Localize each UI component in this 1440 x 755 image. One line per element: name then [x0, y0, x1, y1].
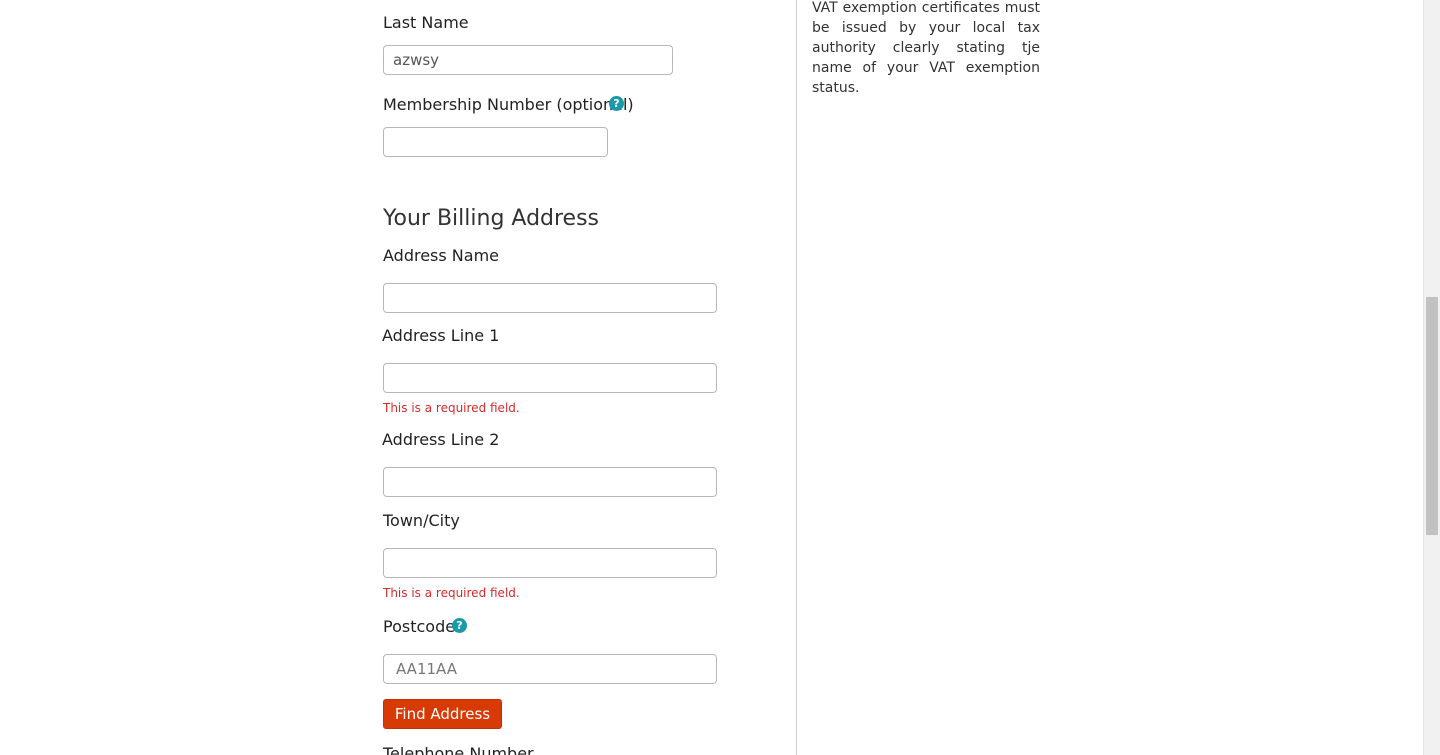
postcode-label: Postcode: [383, 617, 456, 636]
address-name-input[interactable]: [383, 283, 717, 313]
postcode-help-icon[interactable]: ?: [452, 618, 467, 633]
membership-number-input[interactable]: [383, 127, 608, 157]
town-city-input[interactable]: [383, 548, 717, 578]
address-line-1-input[interactable]: [383, 363, 717, 393]
last-name-label: Last Name: [383, 13, 469, 32]
vat-exemption-note: VAT exemption certificates must be issue…: [812, 0, 1040, 96]
address-line-1-error: This is a required field.: [383, 401, 520, 415]
help-icon[interactable]: ?: [609, 96, 624, 111]
column-divider: [796, 0, 797, 755]
membership-number-label: Membership Number (optional): [383, 95, 634, 114]
address-line-2-label: Address Line 2: [382, 430, 500, 449]
find-address-button[interactable]: Find Address: [383, 699, 502, 729]
town-city-label: Town/City: [383, 511, 460, 530]
address-line-2-input[interactable]: [383, 467, 717, 497]
address-line-1-label: Address Line 1: [382, 326, 500, 345]
telephone-number-label: Telephone Number: [383, 744, 534, 755]
address-name-label: Address Name: [383, 246, 500, 265]
last-name-input[interactable]: [383, 45, 673, 75]
checkout-form-page: Last Name Membership Number (optional) ?…: [0, 0, 1440, 755]
page-scrollbar[interactable]: [1423, 0, 1440, 755]
town-city-error: This is a required field.: [383, 586, 520, 600]
billing-address-heading: Your Billing Address: [383, 206, 600, 231]
scrollbar-thumb[interactable]: [1426, 297, 1438, 535]
postcode-input[interactable]: [383, 654, 717, 684]
